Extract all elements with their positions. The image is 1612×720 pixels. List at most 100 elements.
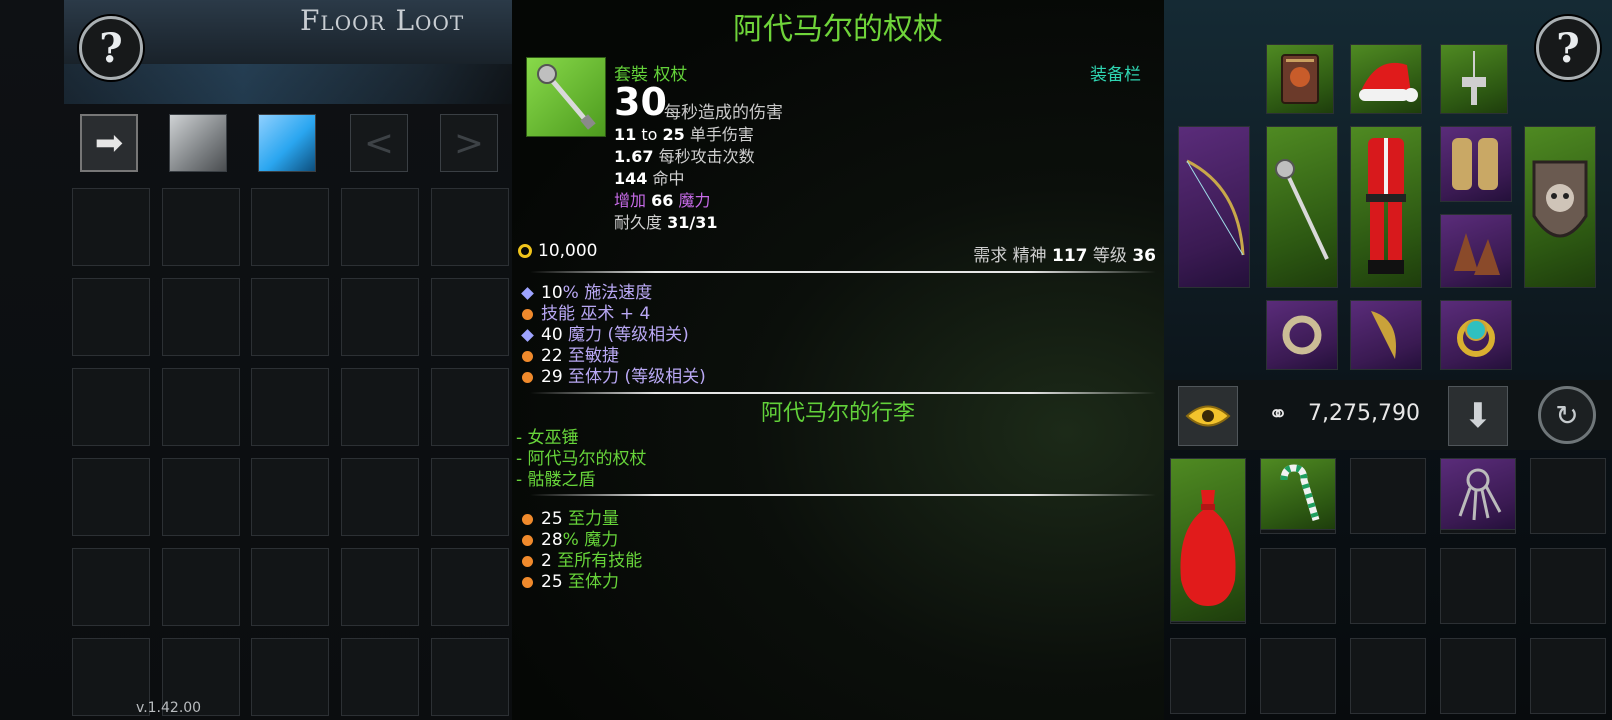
slot-offhand-weapon[interactable] (1178, 126, 1250, 288)
floor-loot-slot[interactable] (251, 638, 329, 716)
slot-amulet[interactable] (1440, 44, 1508, 114)
bullet-icon (522, 350, 533, 362)
slot-shield[interactable] (1524, 126, 1596, 288)
filter-common-button[interactable] (169, 114, 227, 172)
refresh-button[interactable]: ↻ (1538, 386, 1596, 444)
inventory-slot[interactable] (1440, 638, 1516, 714)
floor-loot-slot[interactable] (162, 368, 240, 446)
floor-loot-slot[interactable] (431, 278, 509, 356)
inventory-slot[interactable] (1260, 548, 1336, 624)
gem-ring-icon (1441, 301, 1511, 369)
inventory-slot[interactable] (1350, 458, 1426, 534)
slot-ring-left[interactable] (1266, 300, 1338, 370)
sandals-icon (1441, 215, 1511, 287)
mana-bonus: 增加 66 魔力 (614, 191, 711, 210)
inventory-item-candy-cane[interactable] (1260, 458, 1336, 530)
coin-icon (518, 244, 532, 258)
floor-loot-slot[interactable] (162, 458, 240, 536)
inventory-slot[interactable] (1440, 548, 1516, 624)
refresh-icon: ↻ (1555, 398, 1579, 432)
loot-all-button[interactable]: ➡ (80, 114, 138, 172)
slot-main-weapon[interactable] (1266, 126, 1338, 288)
floor-loot-slot[interactable] (431, 548, 509, 626)
chevron-left-icon: < (363, 122, 395, 164)
equip-slot-label: 装备栏 (1090, 65, 1141, 85)
floor-loot-slot[interactable] (251, 368, 329, 446)
filter-magic-button[interactable] (258, 114, 316, 172)
accuracy: 144 命中 (614, 169, 685, 188)
page-prev-button[interactable]: < (350, 114, 408, 172)
slot-boots[interactable] (1440, 214, 1512, 288)
floor-loot-slot[interactable] (341, 548, 419, 626)
bullet-icon (522, 308, 533, 320)
floor-loot-slot[interactable] (251, 278, 329, 356)
slot-gloves[interactable] (1440, 126, 1512, 202)
inspect-button[interactable] (1178, 386, 1238, 446)
dps-value: 30 (614, 80, 667, 124)
floor-loot-slot[interactable] (162, 278, 240, 356)
divider (530, 392, 1156, 394)
item-value: 10,000 (518, 241, 597, 261)
floor-loot-slot[interactable] (72, 368, 150, 446)
floor-loot-slot[interactable] (72, 278, 150, 356)
slot-ring-right[interactable] (1440, 300, 1512, 370)
scepter-icon (1267, 127, 1337, 287)
inventory-slot[interactable] (1350, 638, 1426, 714)
floor-loot-slot[interactable] (72, 458, 150, 536)
horn-icon (1351, 301, 1421, 369)
diamond-icon (521, 328, 534, 342)
floor-loot-slot[interactable] (251, 548, 329, 626)
durability: 耐久度 31/31 (614, 213, 718, 232)
help-button-right[interactable]: ? (1536, 16, 1600, 80)
red-sack-icon (1171, 459, 1245, 621)
inventory-slot[interactable] (1530, 458, 1606, 534)
arrow-right-icon: ➡ (94, 123, 124, 163)
floor-loot-slot[interactable] (341, 368, 419, 446)
floor-loot-slot[interactable] (341, 638, 419, 716)
floor-loot-slot[interactable] (251, 458, 329, 536)
floor-loot-slot[interactable] (341, 458, 419, 536)
dps-label: 每秒造成的伤害 (664, 103, 783, 123)
candy-cane-icon (1261, 459, 1335, 529)
gloves-icon (1441, 127, 1511, 201)
bullet-icon (522, 513, 533, 525)
floor-loot-slot[interactable] (72, 548, 150, 626)
divider (530, 271, 1156, 273)
set-item: - 骷髅之盾 (516, 470, 596, 490)
floor-loot-slot[interactable] (341, 188, 419, 266)
slot-trinket[interactable] (1350, 300, 1422, 370)
floor-loot-slot[interactable] (162, 548, 240, 626)
floor-loot-slot[interactable] (162, 188, 240, 266)
santa-suit-icon (1351, 127, 1421, 287)
inventory-slot[interactable] (1530, 548, 1606, 624)
slot-armor[interactable] (1350, 126, 1422, 288)
slot-helmet[interactable] (1350, 44, 1422, 114)
inventory-item-bag[interactable] (1170, 458, 1246, 622)
page-next-button[interactable]: > (440, 114, 498, 172)
bullet-icon (522, 534, 533, 546)
floor-loot-slot[interactable] (431, 458, 509, 536)
book-icon (1267, 45, 1333, 113)
sort-button[interactable]: ⬇ (1448, 386, 1508, 446)
bullet-icon (522, 576, 533, 588)
floor-loot-slot[interactable] (431, 638, 509, 716)
inventory-slot[interactable] (1260, 638, 1336, 714)
key-ring-icon (1441, 459, 1515, 529)
requirements: 需求 精神 117 等级 36 (973, 246, 1156, 266)
floor-loot-title: Floor Loot (300, 4, 465, 37)
floor-loot-slot[interactable] (341, 278, 419, 356)
hammer-amulet-icon (1441, 45, 1507, 113)
floor-loot-slot[interactable] (431, 188, 509, 266)
slot-tome[interactable] (1266, 44, 1334, 114)
inventory-slot[interactable] (1350, 548, 1426, 624)
inventory-slot[interactable] (1170, 638, 1246, 714)
floor-loot-slot[interactable] (431, 368, 509, 446)
inventory-item-keys[interactable] (1440, 458, 1516, 530)
coins-icon: ⚭ (1268, 400, 1289, 428)
floor-loot-slot[interactable] (72, 188, 150, 266)
help-button-left[interactable]: ? (79, 16, 143, 80)
inventory-slot[interactable] (1530, 638, 1606, 714)
floor-loot-slot[interactable] (251, 188, 329, 266)
affix-vitality: 29 至体力 (等级相关) (522, 362, 706, 387)
chevron-right-icon: > (453, 122, 485, 164)
